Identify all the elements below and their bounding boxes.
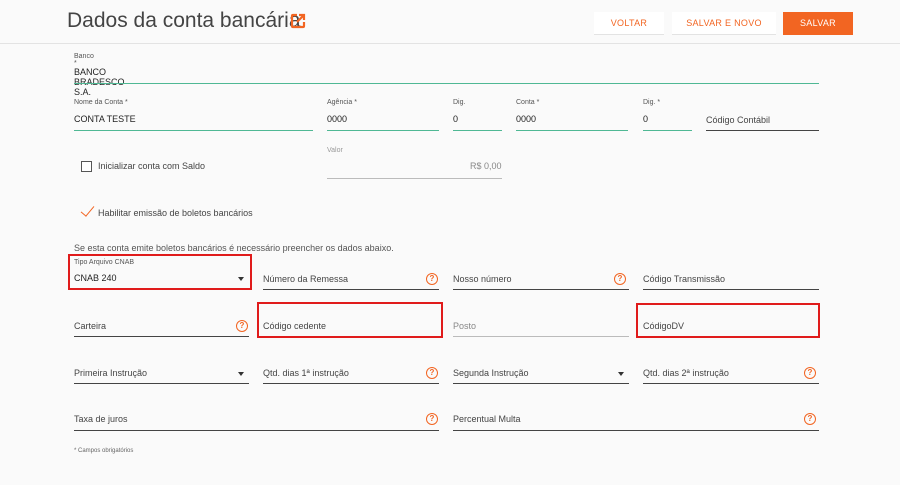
transmission-code-input[interactable]: Código Transmissão	[643, 274, 725, 284]
external-link-icon[interactable]	[290, 13, 306, 29]
agency-digit-input[interactable]: 0	[453, 114, 458, 124]
agency-underline	[327, 130, 439, 131]
bank-value[interactable]: BANCO BRADESCO S.A.	[74, 67, 125, 97]
remittance-number-input[interactable]: Número da Remessa	[263, 274, 348, 284]
wallet-input[interactable]: Carteira	[74, 321, 106, 331]
our-number-input[interactable]: Nosso número	[453, 274, 512, 284]
remittance-number-underline	[263, 289, 439, 290]
first-instruction-underline	[74, 383, 249, 384]
wallet-underline	[74, 336, 249, 337]
first-instruction-select[interactable]: Primeira Instrução	[74, 368, 147, 378]
accounting-code-underline	[706, 130, 819, 131]
our-number-underline	[453, 289, 629, 290]
accounting-code-input[interactable]: Código Contábil	[706, 115, 770, 125]
account-name-underline	[74, 130, 313, 131]
agency-digit-label: Dig.	[453, 99, 466, 106]
agency-input[interactable]: 0000	[327, 114, 347, 124]
days-first-instruction-underline	[263, 383, 439, 384]
fine-percentage-input[interactable]: Percentual Multa	[453, 414, 521, 424]
days-second-instruction-help-icon[interactable]: ?	[804, 367, 816, 379]
days-first-instruction-input[interactable]: Qtd. dias 1ª instrução	[263, 368, 349, 378]
agency-label: Agência *	[327, 99, 357, 106]
account-digit-input[interactable]: 0	[643, 114, 648, 124]
save-button[interactable]: SALVAR	[783, 12, 853, 35]
enable-boletos-checkmark-icon[interactable]	[80, 202, 95, 217]
second-instruction-select[interactable]: Segunda Instrução	[453, 368, 529, 378]
initial-balance-checkbox[interactable]	[81, 161, 92, 172]
days-second-instruction-input[interactable]: Qtd. dias 2ª instrução	[643, 368, 729, 378]
highlight-box-assignor-code	[257, 302, 443, 338]
interest-rate-underline	[74, 430, 439, 431]
highlight-box-code-dv	[636, 303, 820, 338]
post-input[interactable]: Posto	[453, 321, 476, 331]
days-second-instruction-underline	[643, 383, 819, 384]
account-digit-label: Dig. *	[643, 99, 661, 106]
our-number-help-icon[interactable]: ?	[614, 273, 626, 285]
value-underline	[327, 178, 502, 179]
highlight-box-cnab	[68, 254, 252, 290]
interest-rate-help-icon[interactable]: ?	[426, 413, 438, 425]
second-instruction-dropdown-icon[interactable]	[618, 372, 624, 376]
value-label: Valor	[327, 147, 343, 154]
account-name-input[interactable]: CONTA TESTE	[74, 114, 136, 124]
second-instruction-underline	[453, 383, 629, 384]
account-underline	[516, 130, 628, 131]
fine-percentage-underline	[453, 430, 819, 431]
post-underline	[453, 336, 629, 337]
bank-underline	[74, 83, 819, 84]
account-name-label: Nome da Conta *	[74, 99, 128, 106]
wallet-help-icon[interactable]: ?	[236, 320, 248, 332]
interest-rate-input[interactable]: Taxa de juros	[74, 414, 128, 424]
enable-boletos-label[interactable]: Habilitar emissão de boletos bancários	[98, 208, 253, 218]
page-header: Dados da conta bancária VOLTAR SALVAR E …	[0, 0, 900, 44]
required-fields-note: * Campos obrigatórios	[74, 448, 134, 454]
boletos-info-text: Se esta conta emite boletos bancários é …	[74, 243, 394, 253]
account-input[interactable]: 0000	[516, 114, 536, 124]
value-input[interactable]: R$ 0,00	[470, 161, 502, 171]
fine-percentage-help-icon[interactable]: ?	[804, 413, 816, 425]
days-first-instruction-help-icon[interactable]: ?	[426, 367, 438, 379]
account-label: Conta *	[516, 99, 540, 106]
initial-balance-label[interactable]: Inicializar conta com Saldo	[98, 161, 205, 171]
bank-label: Banco *	[74, 53, 94, 67]
remittance-number-help-icon[interactable]: ?	[426, 273, 438, 285]
save-and-new-button[interactable]: SALVAR E NOVO	[672, 12, 776, 35]
back-button[interactable]: VOLTAR	[594, 12, 664, 35]
account-digit-underline	[643, 130, 692, 131]
transmission-code-underline	[643, 289, 819, 290]
agency-digit-underline	[453, 130, 502, 131]
page-title: Dados da conta bancária	[67, 9, 301, 32]
first-instruction-dropdown-icon[interactable]	[238, 372, 244, 376]
